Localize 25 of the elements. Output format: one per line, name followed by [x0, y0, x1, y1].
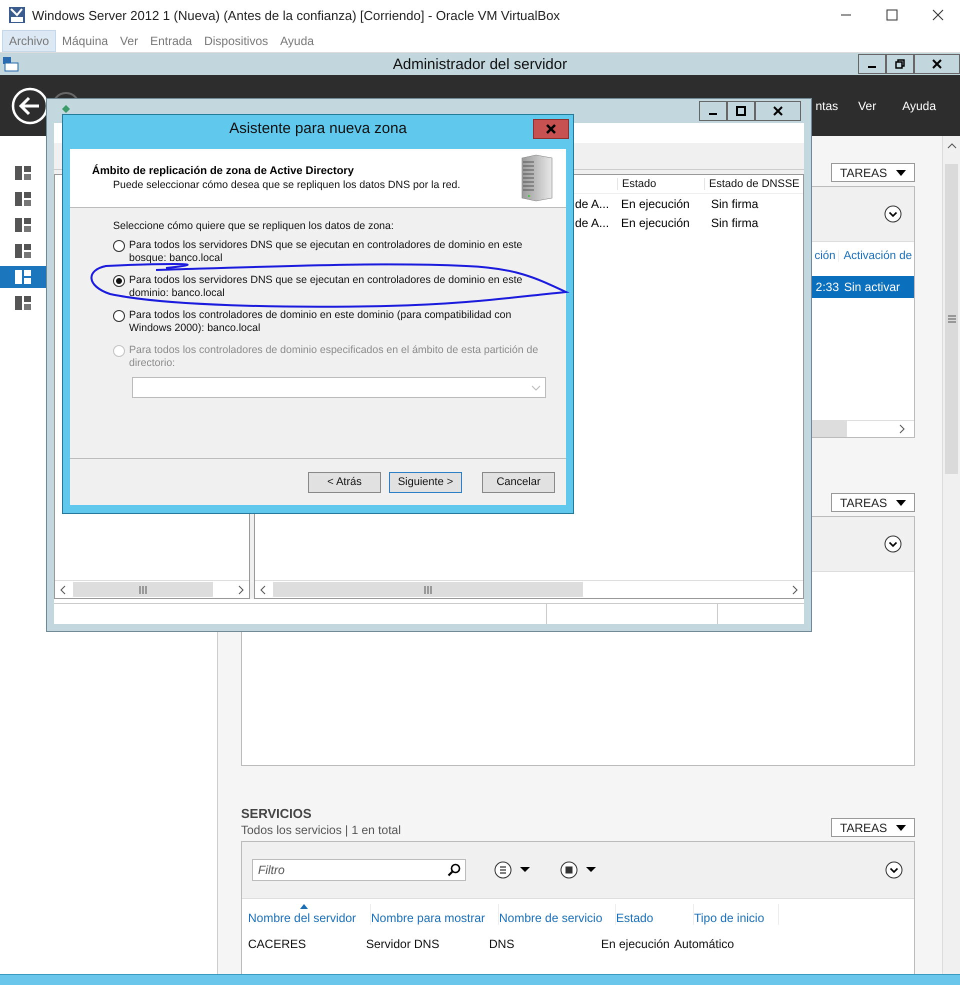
- table-cell-text: En ejecución: [601, 937, 671, 951]
- table-cell-text: Sin activar: [844, 280, 902, 294]
- dialog-title: Asistente para nueva zona: [228, 120, 408, 137]
- window-title: Windows Server 2012 1 (Nueva) (Antes de la confianza) [Corriendo] - Oracle VM VirtualBox: [32, 8, 560, 22]
- window-title: Administrador del servidor: [392, 56, 568, 72]
- table-cell-text: DNS: [489, 937, 516, 951]
- prompt-text: Seleccione cómo quiere que se repliquen los datos de zona:: [113, 220, 395, 232]
- radio-label: Para todos los servidores DNS que se ejecutan en controladores de dominio en este bosque: banco.local: [129, 239, 524, 265]
- section-title: SERVICIOS: [241, 806, 313, 821]
- radio-label: Para todos los controladores de dominio en este dominio (para compatibilidad con Windows 2000): banco.local: [129, 309, 512, 335]
- table-cell-text: Sin firma: [710, 196, 758, 210]
- table-cell-text: de A...: [575, 216, 610, 230]
- page-description: Puede seleccionar cómo desea que se repliquen los datos DNS por la red.: [113, 179, 462, 191]
- table-cell-text: CACERES: [248, 937, 308, 951]
- table-cell-text: Servidor DNS: [366, 937, 440, 951]
- table-cell-text: Sin firma: [710, 216, 758, 230]
- table-cell-text: Automático: [674, 937, 736, 951]
- radio-label: Para todos los servidores DNS que se ejecutan en controladores de dominio en este dominio: banco.local: [129, 274, 524, 300]
- table-cell-text: En ejecución: [620, 216, 691, 230]
- page-heading: Ámbito de replicación de zona de Active Directory: [92, 165, 355, 177]
- table-cell-text: de A...: [575, 196, 610, 210]
- table-cell-text: En ejecución: [620, 196, 691, 210]
- section-subtitle: Todos los servicios | 1 en total: [241, 823, 401, 837]
- radio-label: Para todos los controladores de dominio especificados en el ámbito de esta partición de directorio:: [129, 344, 540, 370]
- table-cell: 2:33: [816, 280, 839, 294]
